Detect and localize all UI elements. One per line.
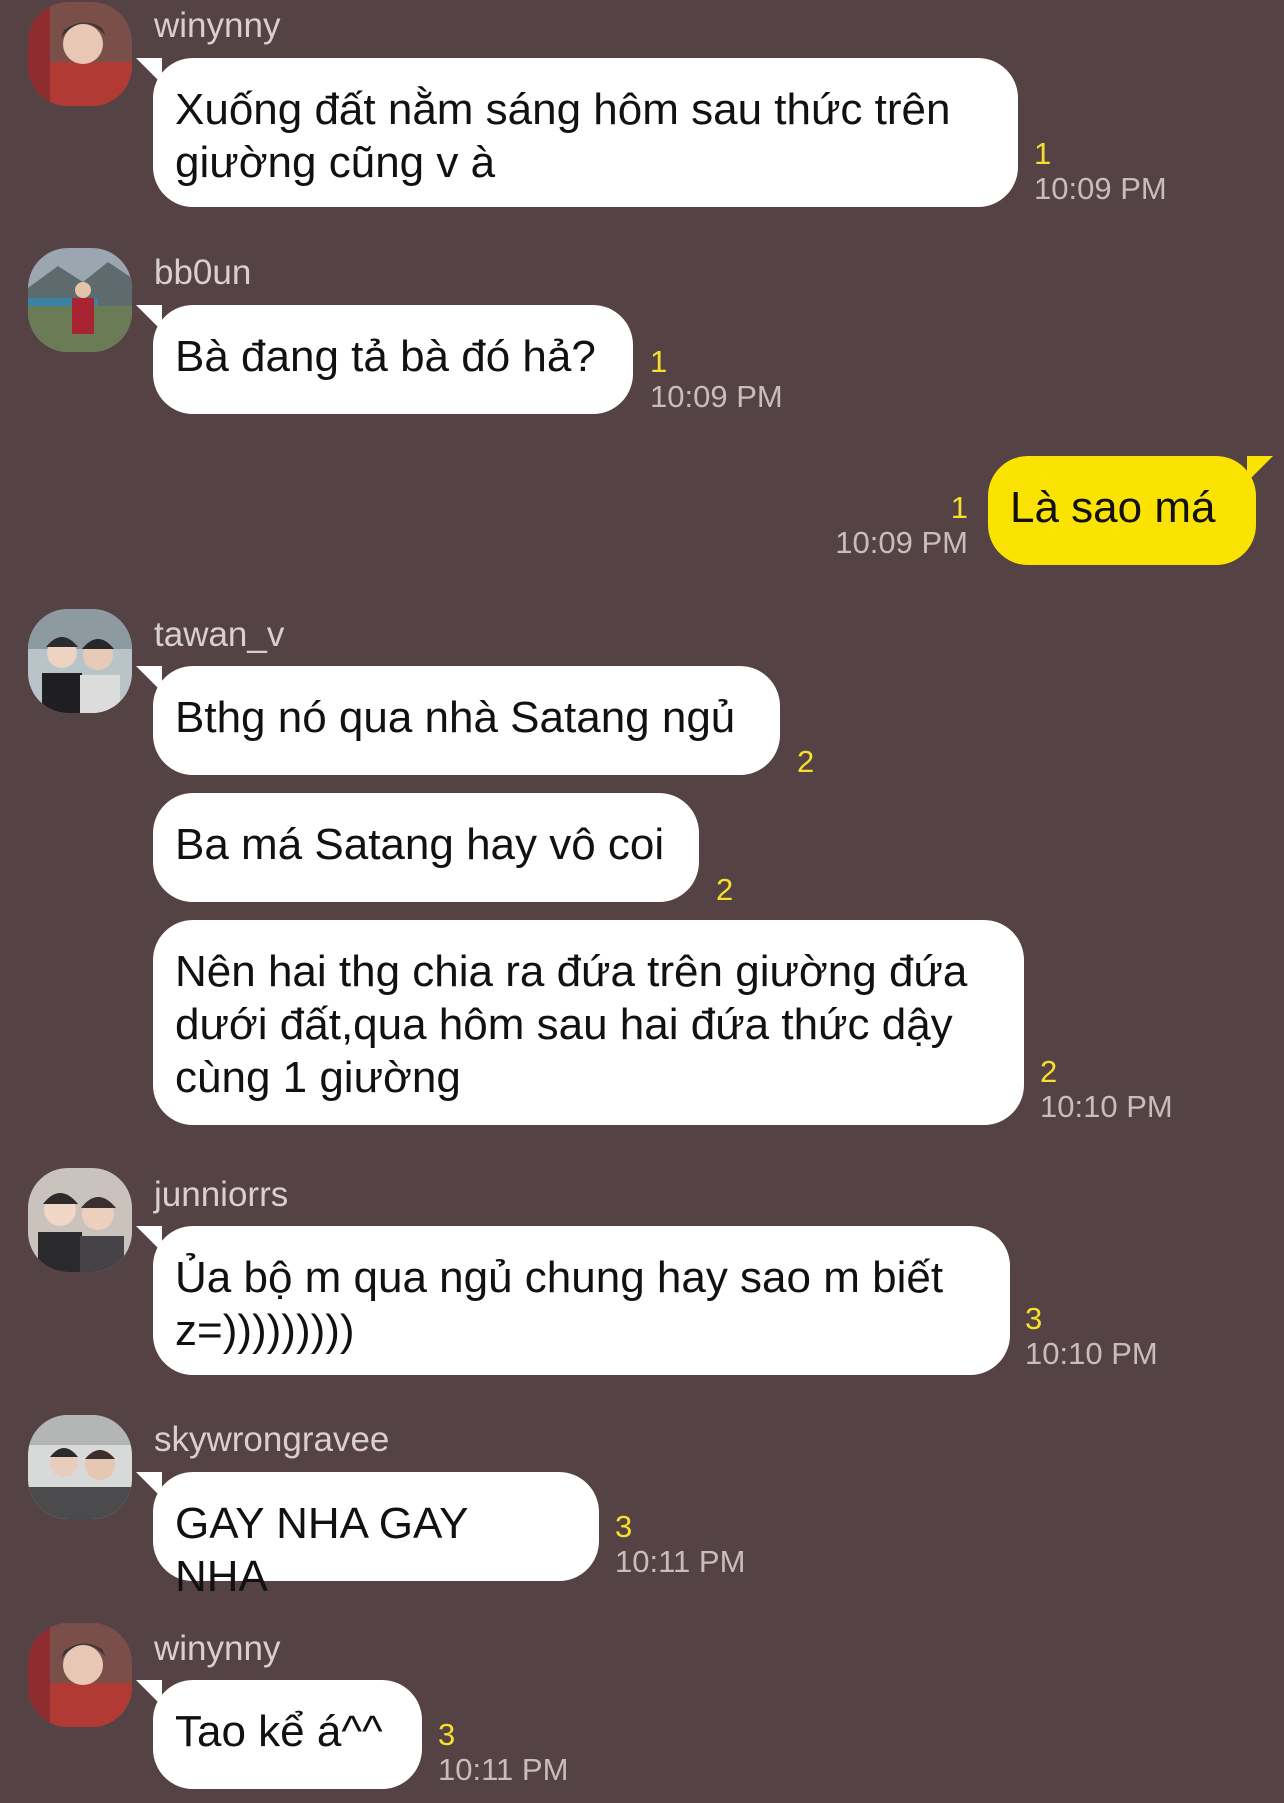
avatar-winynny[interactable] <box>28 1623 132 1727</box>
avatar-photo-icon <box>28 1623 132 1727</box>
message-text-line: Xuống đất nằm sáng hôm sau thức trên <box>175 85 951 134</box>
message-meta: 3 10:10 PM <box>1025 1302 1158 1372</box>
message-text-line: GAY NHA GAY NHA <box>175 1499 468 1601</box>
message-text-line: Bà đang tả bà đó hả? <box>175 332 596 381</box>
message-meta: 1 10:09 PM <box>1034 137 1167 207</box>
message-bubble[interactable]: Ủa bộ m qua ngủ chung hay sao m biết z=)… <box>136 1226 1010 1375</box>
message-bubble[interactable]: GAY NHA GAY NHA <box>136 1472 599 1601</box>
message-meta: 3 10:11 PM <box>438 1718 568 1788</box>
message-meta: 1 10:09 PM <box>835 491 968 561</box>
message-bubble[interactable]: Bthg nó qua nhà Satang ngủ <box>136 666 780 775</box>
sender-name: junniorrs <box>154 1175 289 1214</box>
timestamp: 10:10 PM <box>1040 1089 1173 1124</box>
message-bubble[interactable]: Bà đang tả bà đó hả? <box>136 305 633 414</box>
avatar-winynny[interactable] <box>28 2 132 106</box>
sender-name: tawan_v <box>154 615 285 654</box>
message-bubble[interactable]: Xuống đất nằm sáng hôm sau thức trên giư… <box>136 58 1018 207</box>
message-text-line: z=))))))))) <box>175 1306 355 1355</box>
my-message-bubble[interactable]: Là sao má <box>988 456 1273 565</box>
message-text-line: dưới đất,qua hôm sau hai đứa thức dậy <box>175 1000 953 1049</box>
avatar-bb0un[interactable] <box>28 248 132 352</box>
message-meta: 2 <box>797 745 814 779</box>
read-count: 2 <box>797 744 815 779</box>
timestamp: 10:11 PM <box>615 1544 746 1579</box>
sender-name: winynny <box>154 6 281 45</box>
chat-message-list[interactable]: winynny Xuống đất nằm sáng hôm sau thức … <box>0 0 1284 1803</box>
read-count: 1 <box>1034 136 1052 171</box>
avatar-photo-icon <box>28 248 132 352</box>
avatar-photo-icon <box>28 1168 132 1272</box>
message-text-line: Ba má Satang hay vô coi <box>175 820 665 869</box>
sender-name: winynny <box>154 1629 281 1668</box>
timestamp: 10:11 PM <box>438 1752 569 1787</box>
message-text-line: Là sao má <box>1010 483 1216 532</box>
message-meta: 3 10:11 PM <box>615 1510 745 1580</box>
message-bubble[interactable]: Tao kể á^^ <box>136 1680 422 1789</box>
sender-name: bb0un <box>154 253 252 292</box>
message-meta: 1 10:09 PM <box>650 345 783 415</box>
timestamp: 10:10 PM <box>1025 1336 1158 1371</box>
read-count: 3 <box>1025 1301 1043 1336</box>
message-text-line: Tao kể á^^ <box>175 1707 383 1756</box>
avatar-junniorrs[interactable] <box>28 1168 132 1272</box>
read-count: 2 <box>716 872 734 907</box>
avatar-photo-icon <box>28 2 132 106</box>
message-meta: 2 <box>716 873 733 907</box>
message-text-line: Ủa bộ m qua ngủ chung hay sao m biết <box>175 1253 944 1302</box>
avatar-photo-icon <box>28 1415 132 1519</box>
read-count: 2 <box>1040 1054 1058 1089</box>
avatar-tawan-v[interactable] <box>28 609 132 713</box>
message-bubble[interactable]: Nên hai thg chia ra đứa trên giường đứa … <box>153 920 1024 1125</box>
message-text-line: giường cũng v à <box>175 138 496 187</box>
avatar-skywrongravee[interactable] <box>28 1415 132 1519</box>
message-meta: 2 10:10 PM <box>1040 1055 1173 1125</box>
avatar-photo-icon <box>28 609 132 713</box>
timestamp: 10:09 PM <box>650 379 783 414</box>
read-count: 1 <box>650 344 668 379</box>
read-count: 1 <box>950 490 968 525</box>
sender-name: skywrongravee <box>154 1420 390 1459</box>
timestamp: 10:09 PM <box>835 525 968 560</box>
read-count: 3 <box>438 1717 456 1752</box>
message-text-line: Bthg nó qua nhà Satang ngủ <box>175 693 736 742</box>
message-text-line: cùng 1 giường <box>175 1053 461 1102</box>
message-bubble[interactable]: Ba má Satang hay vô coi <box>153 793 699 902</box>
timestamp: 10:09 PM <box>1034 171 1167 206</box>
read-count: 3 <box>615 1509 633 1544</box>
message-text-line: Nên hai thg chia ra đứa trên giường đứa <box>175 947 968 996</box>
